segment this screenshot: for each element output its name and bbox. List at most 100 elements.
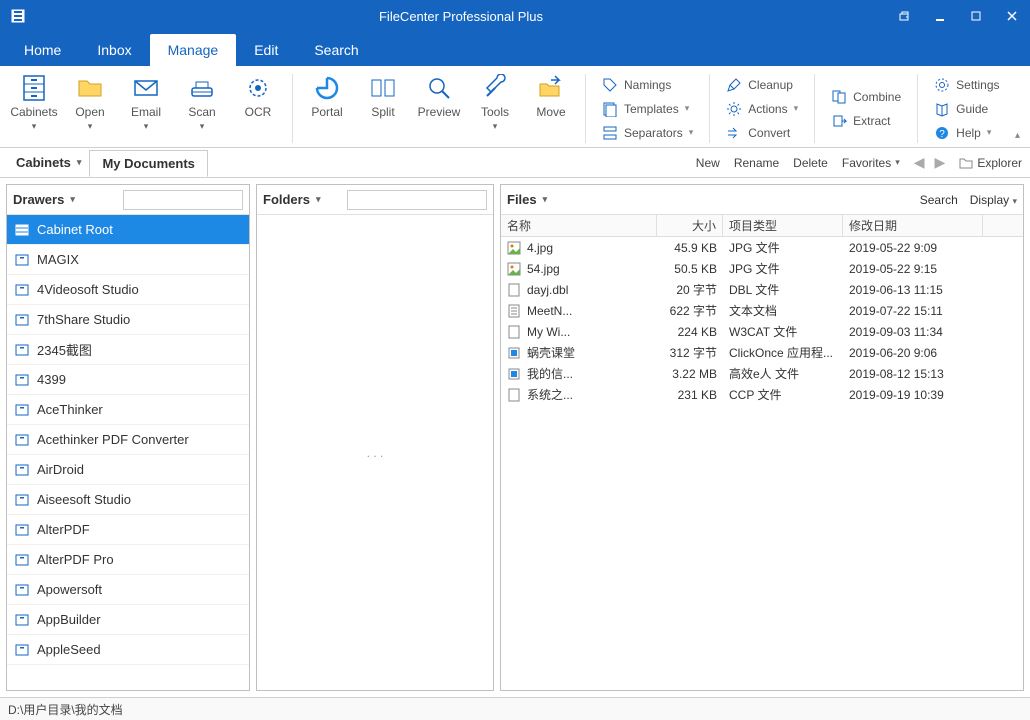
files-panel: Files▾ Search Display ▾ 名称 大小 项目类型 修改日期 … (500, 184, 1024, 691)
file-icon (507, 388, 521, 402)
folders-title[interactable]: Folders▾ (263, 192, 321, 207)
cabinets-button[interactable]: Cabinets▾ (6, 70, 62, 136)
ribbon-collapse-button[interactable]: ▴ (1015, 130, 1020, 141)
split-button[interactable]: Split (355, 70, 411, 123)
file-row[interactable]: 我的信...3.22 MB高效e人 文件2019-08-12 15:13 (501, 363, 1023, 384)
help-button[interactable]: ?Help▾ (928, 122, 1005, 144)
ocr-icon (244, 74, 272, 102)
rename-link[interactable]: Rename (734, 156, 779, 170)
drawer-item[interactable]: 4Videosoft Studio (7, 275, 249, 305)
tab-manage[interactable]: Manage (150, 34, 237, 66)
email-button[interactable]: Email▾ (118, 70, 174, 136)
folders-search-input[interactable] (347, 190, 487, 210)
separators-icon (602, 125, 618, 141)
file-row[interactable]: 蜗壳课堂312 字节ClickOnce 应用程...2019-06-20 9:0… (501, 342, 1023, 363)
drawer-item[interactable]: 2345截图 (7, 335, 249, 365)
ocr-button[interactable]: OCR (230, 70, 286, 123)
drawer-label: Cabinet Root (37, 222, 113, 237)
drawer-icon (15, 614, 29, 626)
drawer-icon (15, 554, 29, 566)
file-row[interactable]: 系统之...231 KBCCP 文件2019-09-19 10:39 (501, 384, 1023, 405)
tab-edit[interactable]: Edit (236, 34, 296, 66)
file-table: 名称 大小 项目类型 修改日期 4.jpg45.9 KBJPG 文件2019-0… (501, 215, 1023, 690)
tab-search[interactable]: Search (296, 34, 376, 66)
files-display-link[interactable]: Display ▾ (970, 193, 1017, 207)
drawer-item[interactable]: Apowersoft (7, 575, 249, 605)
nav-fwd-button[interactable]: ▶ (935, 154, 946, 171)
drawer-label: Apowersoft (37, 582, 102, 597)
drawers-title[interactable]: Drawers▾ (13, 192, 75, 207)
status-path: D:\用户目录\我的文档 (8, 701, 123, 718)
restore-down-alt-button[interactable] (886, 0, 922, 32)
drawer-item[interactable]: AceThinker (7, 395, 249, 425)
maximize-button[interactable] (958, 0, 994, 32)
window-title: FileCenter Professional Plus (36, 9, 886, 24)
drawer-label: AirDroid (37, 462, 84, 477)
drawer-item[interactable]: AlterPDF Pro (7, 545, 249, 575)
col-header-type[interactable]: 项目类型 (723, 215, 843, 236)
convert-button[interactable]: Convert (720, 122, 804, 144)
settings-button[interactable]: Settings (928, 74, 1005, 96)
file-table-header[interactable]: 名称 大小 项目类型 修改日期 (501, 215, 1023, 237)
file-row[interactable]: 54.jpg50.5 KBJPG 文件2019-05-22 9:15 (501, 258, 1023, 279)
drawer-list[interactable]: Cabinet Root MAGIX4Videosoft Studio 7thSha… (7, 215, 249, 690)
tab-inbox[interactable]: Inbox (79, 34, 149, 66)
file-icon (507, 325, 521, 339)
drawer-item[interactable]: Aiseesoft Studio (7, 485, 249, 515)
drawers-search-input[interactable] (123, 190, 243, 210)
explorer-link[interactable]: Explorer (959, 156, 1022, 170)
file-row[interactable]: dayj.dbl20 字节DBL 文件2019-06-13 11:15 (501, 279, 1023, 300)
templates-button[interactable]: Templates▾ (596, 98, 699, 120)
portal-icon (313, 74, 341, 102)
drawer-label: AppleSeed (37, 642, 101, 657)
col-header-name[interactable]: 名称 (501, 215, 657, 236)
file-type: 高效e人 文件 (723, 365, 843, 382)
combine-button[interactable]: Combine (825, 86, 907, 108)
drawer-icon (15, 254, 29, 266)
file-name: MeetN... (527, 304, 572, 318)
extract-button[interactable]: Extract (825, 110, 907, 132)
namings-button[interactable]: Namings (596, 74, 699, 96)
files-search-link[interactable]: Search (920, 193, 958, 207)
file-row[interactable]: MeetN...622 字节文本文档2019-07-22 15:11 (501, 300, 1023, 321)
cabinet-tab-mydocs[interactable]: My Documents (89, 150, 207, 177)
cleanup-button[interactable]: Cleanup (720, 74, 804, 96)
drawer-item[interactable]: 7thShare Studio (7, 305, 249, 335)
tab-home[interactable]: Home (6, 34, 79, 66)
col-header-date[interactable]: 修改日期 (843, 215, 983, 236)
scan-button[interactable]: Scan▾ (174, 70, 230, 136)
minimize-button[interactable] (922, 0, 958, 32)
drawer-label: 7thShare Studio (37, 312, 130, 327)
files-title[interactable]: Files▾ (507, 192, 547, 207)
open-button[interactable]: Open▾ (62, 70, 118, 136)
title-bar: FileCenter Professional Plus (0, 0, 1030, 32)
drawer-item[interactable]: AirDroid (7, 455, 249, 485)
drawer-item[interactable]: AlterPDF (7, 515, 249, 545)
preview-button[interactable]: Preview (411, 70, 467, 123)
favorites-link[interactable]: Favorites ▾ (842, 156, 900, 170)
separators-button[interactable]: Separators▾ (596, 122, 699, 144)
help-icon: ? (934, 125, 950, 141)
drawer-item[interactable]: Acethinker PDF Converter (7, 425, 249, 455)
drawer-item[interactable]: 4399 (7, 365, 249, 395)
cabinets-selector[interactable]: Cabinets▾ (8, 151, 89, 174)
tools-button[interactable]: Tools▾ (467, 70, 523, 136)
guide-button[interactable]: Guide (928, 98, 1005, 120)
drawer-item[interactable]: AppBuilder (7, 605, 249, 635)
col-header-size[interactable]: 大小 (657, 215, 723, 236)
close-button[interactable] (994, 0, 1030, 32)
portal-label: Portal (311, 106, 342, 119)
move-button[interactable]: Move (523, 70, 579, 123)
file-row[interactable]: 4.jpg45.9 KBJPG 文件2019-05-22 9:09 (501, 237, 1023, 258)
drawer-item[interactable]: AppleSeed (7, 635, 249, 665)
nav-back-button[interactable]: ◀ (914, 154, 925, 171)
drawer-item[interactable]: MAGIX (7, 245, 249, 275)
drawer-icon (15, 524, 29, 536)
portal-button[interactable]: Portal (299, 70, 355, 123)
file-row[interactable]: My Wi...224 KBW3CAT 文件2019-09-03 11:34 (501, 321, 1023, 342)
delete-link[interactable]: Delete (793, 156, 828, 170)
new-link[interactable]: New (696, 156, 720, 170)
split-label: Split (371, 106, 394, 119)
actions-button[interactable]: Actions▾ (720, 98, 804, 120)
drawer-item[interactable]: Cabinet Root (7, 215, 249, 245)
